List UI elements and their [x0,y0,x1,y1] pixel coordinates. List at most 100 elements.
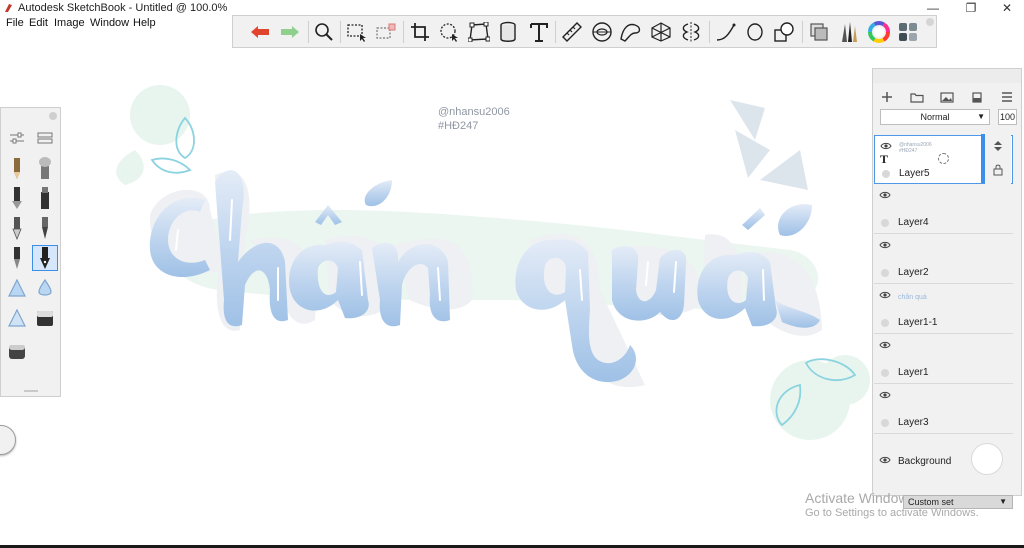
visibility-eye-icon[interactable] [879,241,891,249]
french-curve-icon[interactable] [618,20,644,44]
ellipse-guide-icon[interactable] [589,20,615,44]
add-image-icon[interactable] [937,89,957,105]
airbrush-icon[interactable] [32,155,58,181]
eraser-soft-icon[interactable] [4,338,30,364]
brush-set-dropdown[interactable]: Custom set ▼ [903,495,1013,509]
layer-name: Background [898,456,952,467]
brush-library-icon[interactable] [32,125,58,151]
blender-triangle-icon[interactable] [4,275,30,301]
layer-row-layer1[interactable]: Layer1 [874,335,1013,384]
loading-spinner-icon [938,153,949,164]
layer-lock-dot[interactable] [881,319,889,327]
select-icon[interactable] [344,20,370,44]
layer-lock-dot[interactable] [882,170,890,178]
ballpoint-pen-icon[interactable] [4,185,30,211]
brush-palette-grip[interactable] [24,390,38,392]
water-drop-brush-icon[interactable] [32,275,58,301]
layer-row-background[interactable]: Background [874,435,1013,487]
layer-row-layer4[interactable]: Layer4 [874,185,1013,234]
toolbar-divider [308,21,309,43]
brushes-icon[interactable] [836,20,862,44]
layer-row-layer1-1[interactable]: chân quá Layer1-1 [874,285,1013,334]
ellipse-tool-icon[interactable] [742,20,768,44]
canvas-watermark-tag: #HĐ247 [438,120,479,132]
brush-palette-close-button[interactable] [49,112,57,120]
toolbar-close-button[interactable] [926,18,934,26]
layer-name: Layer4 [898,217,929,228]
pencil-brush-icon[interactable] [4,155,30,181]
shape-icon[interactable] [771,20,797,44]
brush-properties-icon[interactable] [4,125,30,151]
mint-blob-right [770,355,870,440]
layer-lock-dot[interactable] [881,219,889,227]
zoom-icon[interactable] [311,20,337,44]
fine-pen-icon[interactable] [4,245,30,271]
layer-lock-dot[interactable] [881,369,889,377]
layer-row-layer3[interactable]: Layer3 [874,385,1013,434]
smudge-brush-icon[interactable] [4,305,30,331]
copy-icon[interactable] [806,20,832,44]
color-wheel-icon[interactable] [866,20,892,44]
layer-name: Layer1-1 [898,317,938,328]
symmetry-icon[interactable] [678,20,704,44]
eraser-hard-icon[interactable] [32,305,58,331]
canvas-watermark-user: @nhansu2006 [438,106,510,118]
move-layer-icon[interactable] [993,140,1003,152]
toolbar-divider [802,21,803,43]
layer-lock-dot[interactable] [881,419,889,427]
calligraphy-pen-icon[interactable] [32,245,58,271]
text-layer-icon: T [880,152,889,166]
layer-row-layer2[interactable]: Layer2 [874,235,1013,284]
visibility-eye-icon[interactable] [880,142,892,150]
blend-mode-value: Normal [920,112,950,122]
technical-pen-icon[interactable] [32,215,58,241]
canvas[interactable] [0,0,1024,548]
visibility-eye-icon[interactable] [879,456,891,464]
inking-pen-icon[interactable] [4,215,30,241]
toolbar-divider [555,21,556,43]
visibility-eye-icon[interactable] [879,291,891,299]
layer-menu-icon[interactable] [997,89,1017,105]
add-group-icon[interactable] [907,89,927,105]
toolbar-divider [709,21,710,43]
visibility-eye-icon[interactable] [879,341,891,349]
stroke-icon[interactable] [713,20,739,44]
undo-icon[interactable] [247,20,273,44]
copic-library-icon[interactable] [895,20,921,44]
toolbar-divider [340,21,341,43]
perspective-icon[interactable] [648,20,674,44]
ruler-icon[interactable] [559,20,585,44]
layer-opacity-field[interactable]: 100 [998,109,1017,125]
brush-palette [0,107,61,397]
blend-mode-dropdown[interactable]: Normal ▼ [880,109,990,125]
layer-side-controls [985,134,1011,184]
marker-brush-icon[interactable] [32,185,58,211]
layer-name: Layer3 [898,417,929,428]
grey-leaves [730,100,808,190]
distort-icon[interactable] [466,20,492,44]
toolbar-divider [403,21,404,43]
layer-name: Layer5 [899,168,930,179]
transform-select-icon[interactable] [373,20,399,44]
background-color-swatch[interactable] [971,443,1003,475]
main-toolbar [232,15,937,48]
layer-thumbnail: @nhansu2006 #HĐ247 [899,142,932,154]
visibility-eye-icon[interactable] [879,191,891,199]
text-icon[interactable] [526,20,552,44]
lasso-icon[interactable] [436,20,462,44]
layer-lock-dot[interactable] [881,269,889,277]
layer-name: Layer1 [898,367,929,378]
chevron-down-icon: ▼ [999,497,1007,506]
layer-editor: Normal ▼ 100 T @nhansu2006 #HĐ247 Layer5 … [872,68,1022,496]
redo-icon[interactable] [277,20,303,44]
layer-thumbnail: chân quá [898,294,927,301]
fill-icon[interactable] [495,20,521,44]
clear-layer-icon[interactable] [967,89,987,105]
visibility-eye-icon[interactable] [879,391,891,399]
crop-icon[interactable] [407,20,433,44]
layer-thumbnail-line2: #HĐ247 [899,148,918,154]
lock-icon[interactable] [993,164,1003,176]
layer-editor-header[interactable] [873,69,1021,83]
add-layer-icon[interactable] [877,89,897,105]
activate-windows-title: Activate Windows [805,490,916,506]
